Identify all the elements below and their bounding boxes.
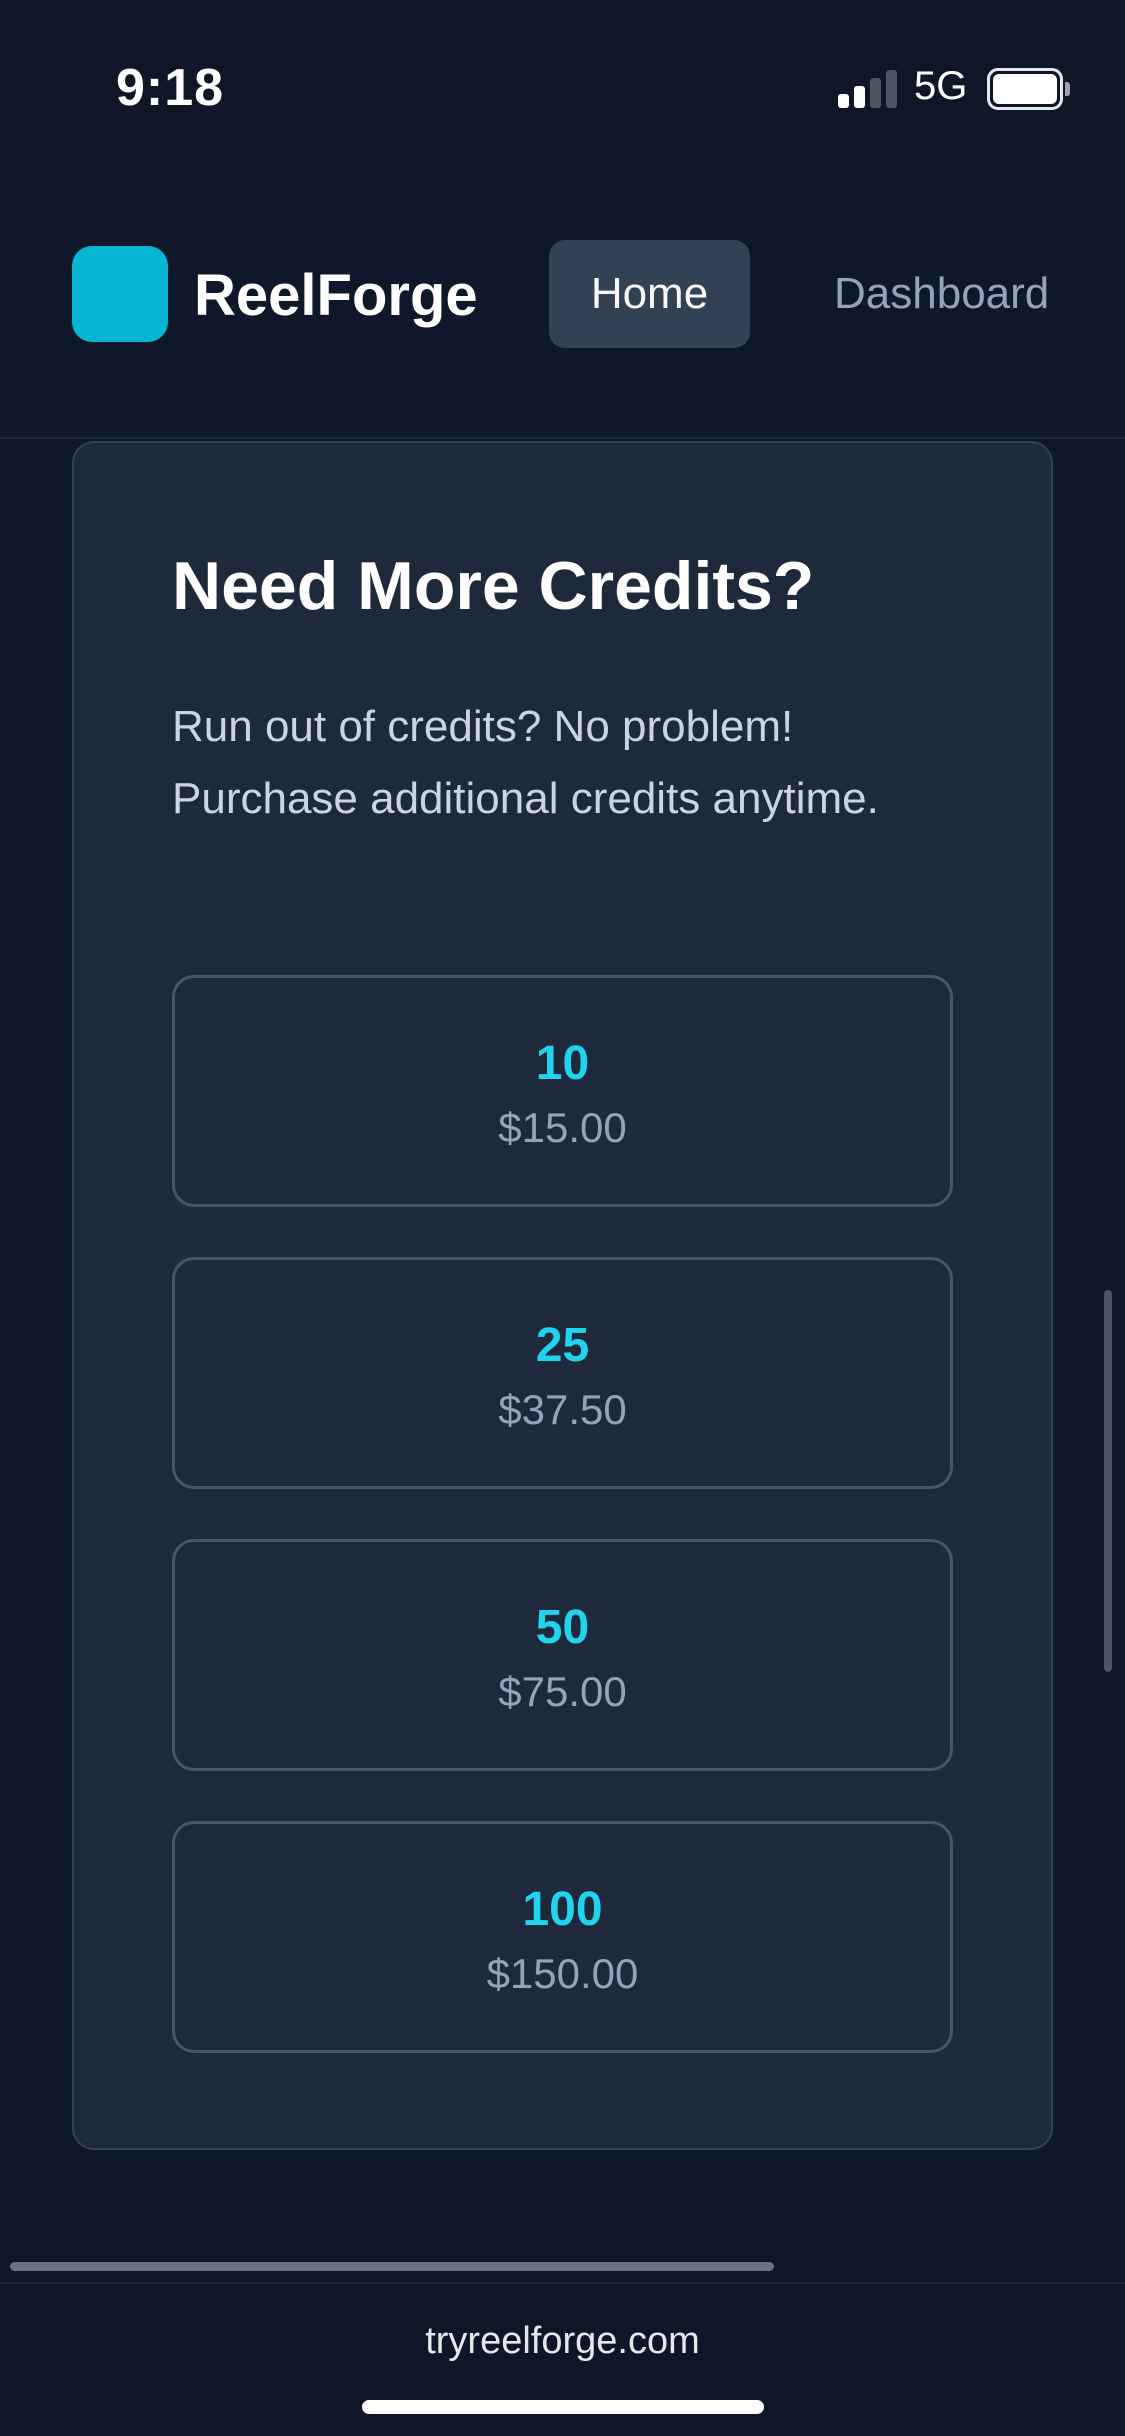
package-credits: 10 — [535, 1037, 590, 1090]
credit-package-100[interactable]: 100 $150.00 — [172, 1821, 953, 2053]
credit-package-10[interactable]: 10 $15.00 — [172, 975, 953, 1207]
browser-url-bar: tryreelforge.com — [0, 2282, 1125, 2436]
signal-bars-icon — [838, 70, 898, 108]
package-credits: 25 — [535, 1319, 590, 1372]
package-price: $37.50 — [498, 1386, 627, 1433]
brand-logo-icon[interactable] — [72, 246, 168, 342]
package-credits: 100 — [522, 1883, 603, 1936]
card-description: Run out of credits? No problem! Purchase… — [172, 702, 879, 823]
app-screen: 9:18 5G ReelForge Home Dashboard Need Mo… — [0, 0, 1125, 2436]
home-indicator[interactable] — [362, 2400, 764, 2414]
credit-package-25[interactable]: 25 $37.50 — [172, 1257, 953, 1489]
url-text[interactable]: tryreelforge.com — [0, 2320, 1125, 2363]
nav-header: ReelForge Home Dashboard — [0, 150, 1125, 439]
card-title: Need More Credits? — [172, 548, 815, 624]
vertical-scrollbar[interactable] — [1104, 1290, 1112, 1672]
nav-home-button[interactable]: Home — [549, 240, 750, 348]
package-price: $150.00 — [486, 1950, 639, 1997]
package-price: $15.00 — [498, 1104, 627, 1151]
network-label: 5G — [914, 64, 968, 108]
battery-full-icon — [987, 68, 1070, 110]
package-price: $75.00 — [498, 1668, 627, 1715]
nav-dashboard-link[interactable]: Dashboard — [834, 240, 1049, 348]
status-time: 9:18 — [116, 59, 225, 117]
package-credits: 50 — [535, 1601, 590, 1654]
credit-package-50[interactable]: 50 $75.00 — [172, 1539, 953, 1771]
status-bar: 9:18 5G — [0, 0, 1125, 150]
brand-name[interactable]: ReelForge — [194, 262, 478, 329]
credits-card: Need More Credits? Run out of credits? N… — [72, 441, 1053, 2150]
horizontal-scrollbar[interactable] — [10, 2262, 774, 2271]
